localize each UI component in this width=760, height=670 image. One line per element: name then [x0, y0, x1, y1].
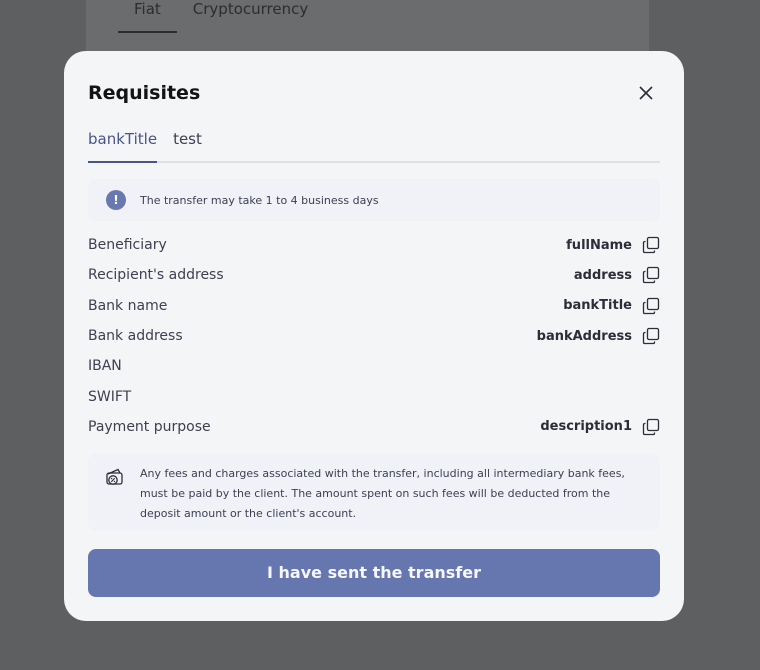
- requisites-list: Beneficiary fullName Recipient's address…: [88, 230, 660, 442]
- row-payment-purpose: Payment purpose description1: [88, 412, 660, 442]
- tab-test[interactable]: test: [173, 127, 202, 163]
- copy-icon[interactable]: [642, 327, 660, 345]
- close-icon[interactable]: [638, 85, 654, 101]
- wallet-percent-icon: [106, 468, 123, 485]
- row-iban: IBAN: [88, 351, 660, 381]
- row-label: Recipient's address: [88, 267, 224, 284]
- row-value: description1: [540, 419, 632, 435]
- row-label: Bank name: [88, 297, 168, 314]
- fees-text: Any fees and charges associated with the…: [140, 467, 625, 520]
- row-bank-name: Bank name bankTitle: [88, 291, 660, 321]
- background-tabs: Fiat Cryptocurrency: [118, 0, 324, 33]
- copy-icon[interactable]: [642, 266, 660, 284]
- row-swift: SWIFT: [88, 381, 660, 411]
- info-icon: !: [106, 190, 126, 210]
- tab-cryptocurrency[interactable]: Cryptocurrency: [177, 0, 324, 33]
- row-value: fullName: [566, 237, 632, 253]
- modal-header: Requisites: [88, 79, 660, 109]
- copy-icon[interactable]: [642, 236, 660, 254]
- row-recipient-address: Recipient's address address: [88, 260, 660, 290]
- row-value: address: [573, 267, 632, 283]
- bank-tabs: bankTitle test: [88, 127, 660, 163]
- transfer-notice: ! The transfer may take 1 to 4 business …: [88, 179, 660, 221]
- row-bank-address: Bank address bankAddress: [88, 321, 660, 351]
- row-label: SWIFT: [88, 388, 132, 405]
- sent-transfer-button[interactable]: I have sent the transfer: [88, 549, 660, 597]
- row-value: bankTitle: [563, 298, 632, 314]
- copy-icon[interactable]: [642, 418, 660, 436]
- tab-bank-title[interactable]: bankTitle: [88, 127, 158, 163]
- fees-notice: Any fees and charges associated with the…: [88, 454, 660, 530]
- copy-icon[interactable]: [642, 297, 660, 315]
- row-value: bankAddress: [536, 328, 632, 344]
- row-label: Bank address: [88, 328, 183, 345]
- row-label: Payment purpose: [88, 418, 211, 435]
- tab-fiat[interactable]: Fiat: [118, 0, 177, 33]
- row-label: IBAN: [88, 358, 122, 375]
- requisites-modal: Requisites bankTitle test ! The transfer…: [64, 51, 684, 621]
- row-beneficiary: Beneficiary fullName: [88, 230, 660, 260]
- notice-text: The transfer may take 1 to 4 business da…: [140, 193, 379, 207]
- row-label: Beneficiary: [88, 237, 167, 254]
- modal-title: Requisites: [88, 82, 201, 104]
